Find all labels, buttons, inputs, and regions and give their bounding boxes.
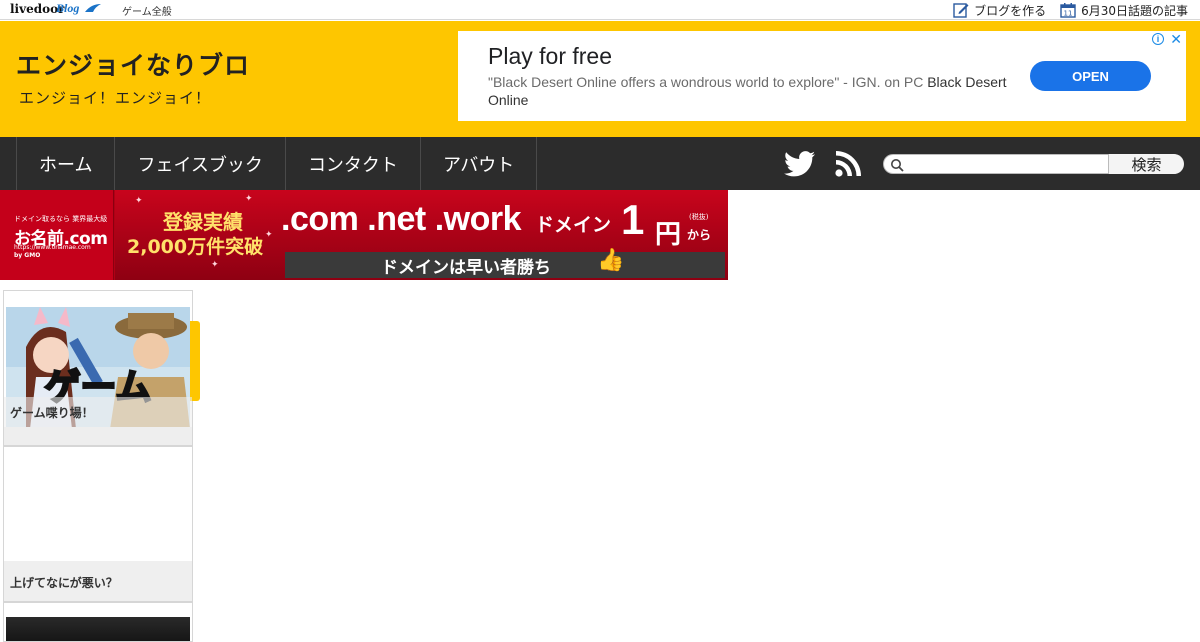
ad-info-icon[interactable]: i: [1152, 33, 1164, 45]
post-card[interactable]: [3, 602, 193, 642]
post-footer: [4, 427, 192, 445]
search-button[interactable]: 検索: [1108, 154, 1184, 174]
sparkle-icon: ✦: [135, 196, 143, 206]
onamae-logo-block: ドメイン取るなら 業界最大級 お名前.com https://www.onama…: [0, 190, 114, 280]
nav-item-home[interactable]: ホーム: [17, 137, 116, 190]
post-card[interactable]: ゲーム ゲーム喋り場！: [3, 290, 200, 446]
banner-domain-word: ドメイン: [535, 214, 612, 236]
banner-yen: 円: [655, 220, 682, 250]
onamae-url: https://www.onamae.com: [14, 244, 91, 251]
main-nav: ホーム フェイスブック コンタクト アバウト 検索: [0, 137, 1200, 190]
ad-title[interactable]: Play for free: [488, 43, 612, 70]
calendar-icon: 11: [1060, 3, 1076, 18]
banner-bottom-bar: ドメインは早い者勝ち: [285, 252, 725, 278]
banner-price: 1: [621, 196, 645, 243]
search-box: 検索: [883, 154, 1184, 174]
category-link[interactable]: ゲーム全般: [122, 3, 172, 18]
rss-icon[interactable]: [835, 149, 863, 177]
gmo-label: by GMO: [14, 252, 41, 259]
topbar-right-links: ブログを作る 11 6月30日話題の記事: [953, 0, 1188, 20]
banner-record-count: 2,000万件突破: [127, 236, 264, 258]
trending-link[interactable]: 11 6月30日話題の記事: [1060, 2, 1188, 19]
pencil-icon: [953, 3, 969, 18]
livedoor-topbar: livedoor Blog ゲーム全般 ブログを作る 11 6月30日話題の記事: [0, 0, 1200, 20]
livedoor-wing-icon: [85, 4, 101, 12]
banner-tax: (税抜): [689, 213, 709, 221]
site-title[interactable]: エンジョイなりブロ: [16, 46, 250, 82]
onamae-tagline: ドメイン取るなら 業界最大級: [14, 215, 108, 223]
search-input[interactable]: [906, 155, 1106, 173]
nav-item-contact[interactable]: コンタクト: [286, 137, 421, 190]
site-header: エンジョイなりブロ エンジョイ！エンジョイ！ Play for free "Bl…: [0, 21, 1200, 137]
search-icon: [891, 159, 904, 172]
livedoor-blog-logo[interactable]: Blog: [56, 1, 79, 16]
create-blog-link[interactable]: ブログを作る: [953, 2, 1046, 19]
banner-main: ✦ ✦ ✦ ✦ 登録実績 2,000万件突破 .com .net .work ド…: [115, 190, 728, 280]
ad-close-icon[interactable]: ✕: [1170, 31, 1182, 48]
nav-item-about[interactable]: アバウト: [421, 137, 538, 190]
ad-banner[interactable]: Play for free "Black Desert Online offer…: [458, 31, 1186, 121]
twitter-icon[interactable]: [784, 151, 816, 177]
post-title[interactable]: 上げてなにが悪い？: [4, 561, 192, 601]
post-title[interactable]: ゲーム喋り場！: [4, 397, 192, 427]
domain-ad-banner[interactable]: ドメイン取るなら 業界最大級 お名前.com https://www.onama…: [0, 190, 728, 280]
banner-record-label: 登録実績: [163, 210, 243, 234]
ad-open-button[interactable]: OPEN: [1030, 61, 1151, 91]
create-blog-label: ブログを作る: [974, 3, 1047, 18]
post-list: ゲーム ゲーム喋り場！ 上げてなにが悪い？: [3, 290, 200, 642]
trending-label: 6月30日話題の記事: [1081, 3, 1188, 18]
banner-kara: から: [687, 228, 712, 242]
banner-extensions: .com .net .work: [281, 200, 522, 238]
ad-description: "Black Desert Online offers a wondrous w…: [488, 73, 1008, 109]
nav-item-facebook[interactable]: フェイスブック: [115, 137, 286, 190]
calendar-day-text: 11: [1064, 10, 1073, 18]
sparkle-icon: ✦: [245, 194, 253, 204]
sparkle-icon: ✦: [265, 230, 273, 240]
nav-menu: ホーム フェイスブック コンタクト アバウト: [16, 137, 538, 190]
ad-quote: "Black Desert Online offers a wondrous w…: [488, 74, 924, 90]
sparkle-icon: ✦: [211, 260, 219, 270]
site-subtitle: エンジョイ！エンジョイ！: [19, 89, 212, 107]
post-card[interactable]: 上げてなにが悪い？: [3, 446, 193, 602]
thumbs-up-icon: 👍: [597, 248, 625, 273]
